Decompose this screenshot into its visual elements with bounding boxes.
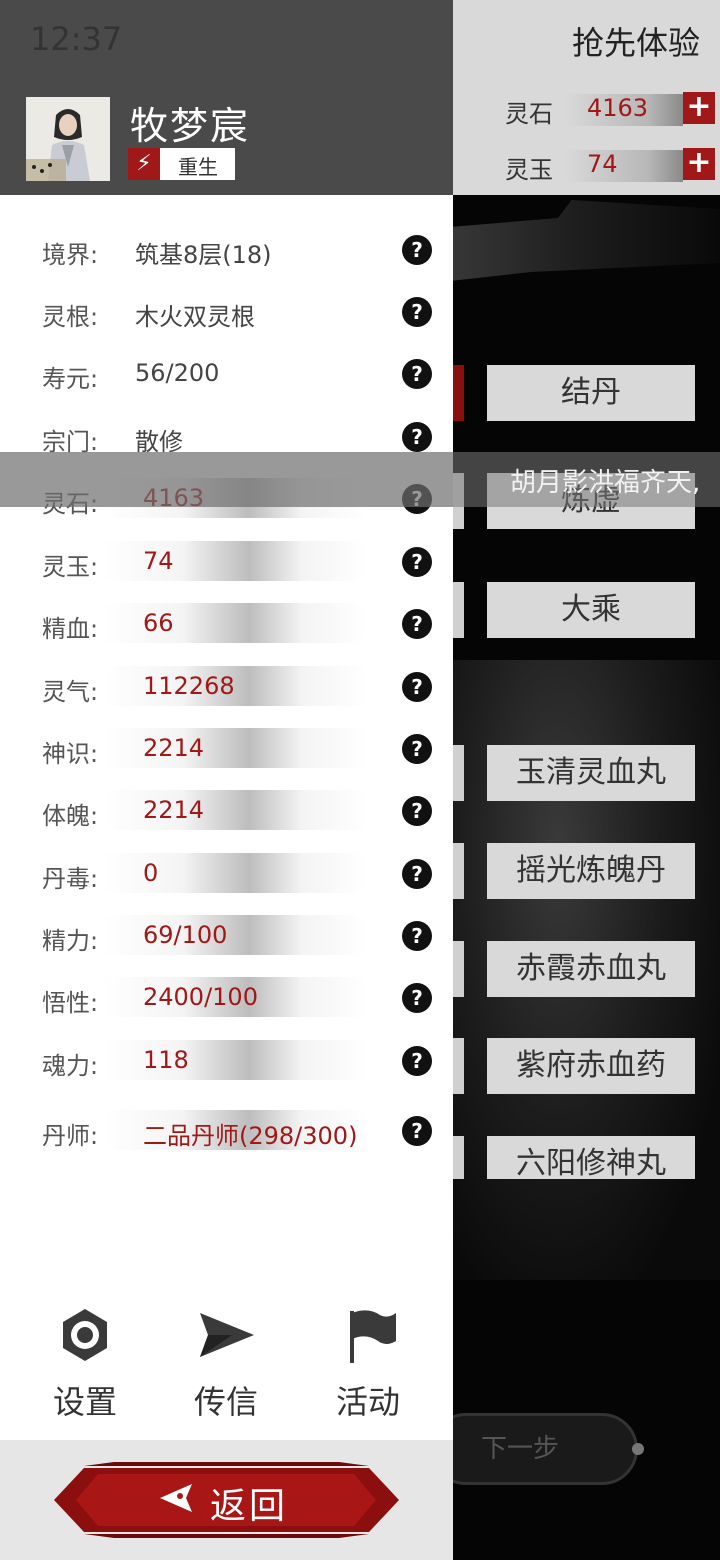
stat-label: 寿元: [42,365,99,393]
stat-row-divine-sense: 神识: 2214 ? [0,724,453,774]
stat-row-soul-power: 魂力: 118 ? [0,1036,453,1086]
next-step-button[interactable]: 下一步 [430,1413,638,1485]
pill-button[interactable]: 玉清灵血丸 [487,745,695,801]
stat-value: 69/100 [143,921,228,949]
help-icon[interactable]: ? [402,547,432,577]
help-icon[interactable]: ? [402,359,432,389]
announcement-strip-overlay [0,452,453,507]
stat-label: 灵气: [42,678,99,706]
help-icon[interactable]: ? [402,921,432,951]
nav-label: 设置 [52,1383,117,1421]
help-icon[interactable]: ? [402,297,432,327]
spirit-jade-resource: 灵玉 74 + [505,146,715,186]
player-name: 牧梦宸 [130,104,251,148]
stat-label: 体魄: [42,802,99,830]
help-icon[interactable]: ? [402,1116,432,1146]
add-spirit-stone-button[interactable]: + [683,92,715,124]
announcement-text: 胡月影洪福齐天, [510,468,701,498]
brush-stroke-banner [450,200,720,281]
stat-label: 精血: [42,615,99,643]
character-panel: 12:37 牧梦宸 ⚡ 重生 境界: 筑基8层(18) ? 灵根: 木火双灵根 … [0,0,453,1560]
help-icon[interactable]: ? [402,796,432,826]
stat-row-energy: 精力: 69/100 ? [0,911,453,961]
stat-label: 灵根: [42,303,99,331]
lightning-icon: ⚡ [128,148,160,180]
next-indicator-dot [632,1443,644,1455]
nav-label: 活动 [335,1383,400,1421]
stat-value: 2400/100 [143,983,258,1011]
nav-events[interactable]: 活动 [313,1305,423,1425]
help-icon[interactable]: ? [402,859,432,889]
help-icon[interactable]: ? [402,734,432,764]
stat-label: 魂力: [42,1052,99,1080]
stat-row-alchemist: 丹师: 二品丹师(298/300) ? [0,1106,453,1156]
stat-value: 74 [143,547,174,575]
stat-label: 悟性: [42,989,99,1017]
stat-label: 精力: [42,927,99,955]
stat-label: 境界: [42,241,99,269]
stat-row-realm: 境界: 筑基8层(18) ? [0,225,453,275]
stat-row-pill-toxin: 丹毒: 0 ? [0,849,453,899]
stat-row-essence-blood: 精血: 66 ? [0,599,453,649]
nav-label: 传信 [193,1383,258,1421]
resource-label: 灵石 [505,100,553,128]
resource-value: 4163 [587,94,649,122]
stat-row-physique: 体魄: 2214 ? [0,786,453,836]
stat-value: 筑基8层(18) [135,241,272,269]
help-icon[interactable]: ? [402,235,432,265]
rebirth-badge[interactable]: ⚡ 重生 [128,148,235,180]
back-arrow-icon [158,1480,194,1516]
help-icon[interactable]: ? [402,983,432,1013]
help-icon[interactable]: ? [402,609,432,639]
resource-value: 74 [587,150,618,178]
pill-button[interactable]: 赤霞赤血丸 [487,941,695,997]
stat-row-root: 灵根: 木火双灵根 ? [0,287,453,337]
flag-icon [338,1305,398,1365]
gear-icon [55,1305,115,1365]
realm-button-jiedan[interactable]: 结丹 [487,365,695,421]
pill-button[interactable]: 紫府赤血药 [487,1038,695,1094]
realm-button-dacheng[interactable]: 大乘 [487,582,695,638]
stat-value: 二品丹师(298/300) [143,1122,358,1150]
send-icon [196,1305,256,1365]
stat-label: 神识: [42,740,99,768]
nav-messages[interactable]: 传信 [171,1305,281,1425]
help-icon[interactable]: ? [402,422,432,452]
stat-value: 118 [143,1046,189,1074]
add-spirit-jade-button[interactable]: + [683,148,715,180]
pill-button[interactable]: 六阳修神丸 [487,1136,695,1179]
stat-value: 112268 [143,672,235,700]
help-icon[interactable]: ? [402,672,432,702]
stat-value: 0 [143,859,159,887]
stat-row-spirit-qi: 灵气: 112268 ? [0,662,453,712]
stat-value: 2214 [143,796,205,824]
stat-value: 66 [143,609,174,637]
resource-bar [565,150,683,182]
stat-value: 木火双灵根 [135,303,255,331]
status-time: 12:37 [30,20,123,58]
stat-row-spirit-jade: 灵玉: 74 ? [0,537,453,587]
stat-value: 56/200 [135,359,220,387]
resource-label: 灵玉 [505,156,553,184]
help-icon[interactable]: ? [402,1046,432,1076]
rebirth-label: 重生 [178,155,218,179]
back-label: 返回 [210,1486,289,1527]
nav-settings[interactable]: 设置 [30,1305,140,1425]
early-access-title[interactable]: 抢先体验 [572,18,700,64]
stat-label: 丹师: [42,1122,99,1150]
stat-value: 2214 [143,734,205,762]
stat-row-comprehension: 悟性: 2400/100 ? [0,973,453,1023]
spirit-stone-resource: 灵石 4163 + [505,90,715,130]
stat-row-lifespan: 寿元: 56/200 ? [0,349,453,399]
pill-button[interactable]: 摇光炼魄丹 [487,843,695,899]
stat-label: 丹毒: [42,865,99,893]
stat-label: 灵玉: [42,553,99,581]
avatar[interactable] [26,97,110,181]
panel-header: 12:37 牧梦宸 ⚡ 重生 [0,0,453,195]
